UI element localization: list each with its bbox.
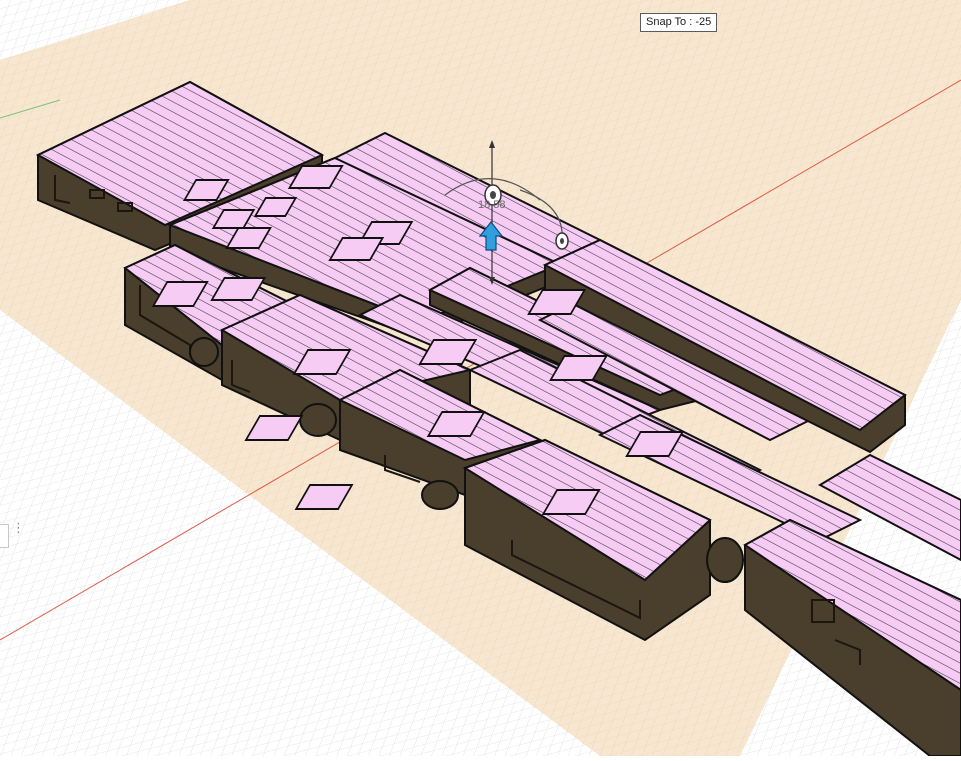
3d-canvas[interactable]: 18.58 Snap To : -25 ⋮ <box>0 0 961 757</box>
grip-dots-icon[interactable]: ⋮ <box>12 522 25 535</box>
angle-readout: 18.58 <box>478 199 506 211</box>
canvas-svg: 18.58 <box>0 0 961 757</box>
rotation-handle-icon[interactable] <box>555 232 569 250</box>
side-panel-tab[interactable] <box>0 524 9 548</box>
side-panel-handle[interactable]: ⋮ <box>0 522 25 548</box>
snap-tooltip: Snap To : -25 <box>640 13 718 32</box>
